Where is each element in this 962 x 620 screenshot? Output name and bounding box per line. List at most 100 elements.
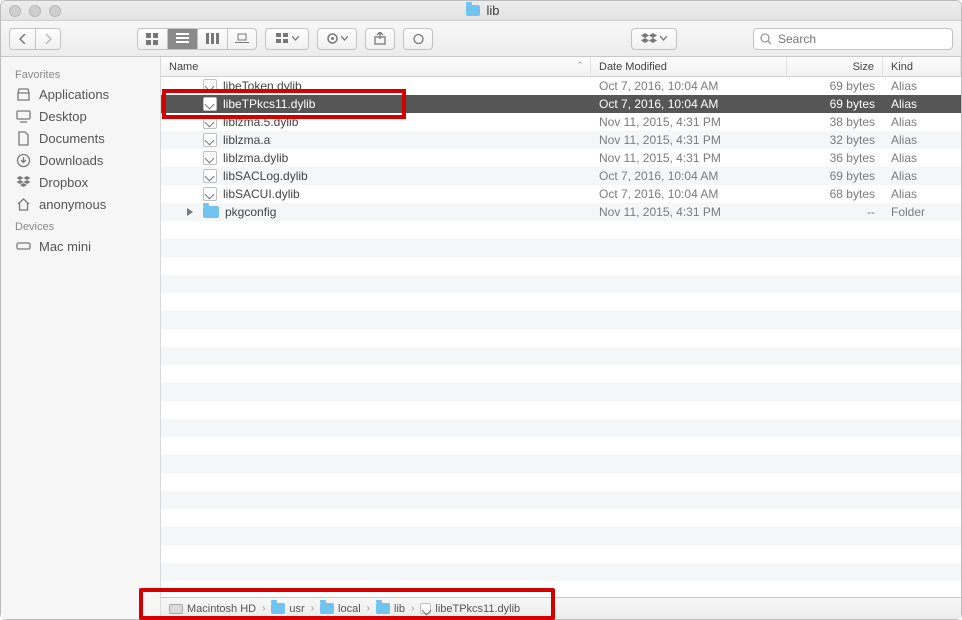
alias-icon [203,133,217,147]
path-crumb-label: Macintosh HD [187,603,256,615]
empty-row [161,293,961,311]
sidebar-item-label: Desktop [39,109,87,124]
sidebar-item-applications[interactable]: Applications [1,83,160,105]
file-name: pkgconfig [225,205,276,219]
file-name: liblzma.a [223,133,270,147]
list-view-button[interactable] [167,28,197,50]
alias-icon [420,603,431,614]
action-button[interactable] [317,28,357,50]
file-name: liblzma.5.dylib [223,115,298,129]
share-button[interactable] [365,28,395,50]
alias-icon [203,115,217,129]
alias-icon [203,97,217,111]
column-header-name[interactable]: Nameˆ [161,57,591,76]
search-icon [760,33,772,45]
folder-icon [320,603,334,614]
file-listing: Nameˆ Date Modified Size Kind libeToken.… [161,57,961,619]
column-view-button[interactable] [197,28,227,50]
dropbox-toolbar-button[interactable] [631,28,677,50]
sidebar-item-label: Mac mini [39,239,91,254]
file-name: libSACUI.dylib [223,187,300,201]
path-crumb[interactable]: Macintosh HD [169,603,256,615]
macmini-icon [15,238,31,254]
file-date: Nov 11, 2015, 4:31 PM [591,203,787,221]
file-row[interactable]: liblzma.5.dylibNov 11, 2015, 4:31 PM38 b… [161,113,961,131]
path-crumb-label: usr [289,603,304,615]
view-mode-segment [137,28,257,50]
empty-row [161,545,961,563]
path-crumb[interactable]: usr [271,603,304,615]
column-header-date[interactable]: Date Modified [591,57,787,76]
sidebar-item-label: Applications [39,87,109,102]
sidebar-heading: Favorites [1,63,160,83]
search-field[interactable] [753,28,953,50]
titlebar[interactable]: lib [1,1,961,21]
sidebar-heading: Devices [1,215,160,235]
folder-icon [271,603,285,614]
coverflow-view-button[interactable] [227,28,257,50]
minimize-window-button[interactable] [29,5,41,17]
tags-button[interactable] [403,28,433,50]
sidebar-item-documents[interactable]: Documents [1,127,160,149]
sidebar-item-label: Dropbox [39,175,88,190]
sidebar-item-anonymous[interactable]: anonymous [1,193,160,215]
file-size: -- [787,203,883,221]
empty-row [161,455,961,473]
file-name: libSACLog.dylib [223,169,308,183]
nav-back-forward [9,28,61,50]
file-row[interactable]: pkgconfigNov 11, 2015, 4:31 PM--Folder [161,203,961,221]
file-row[interactable]: libeTPkcs11.dylibOct 7, 2016, 10:04 AM69… [161,95,961,113]
file-row[interactable]: liblzma.dylibNov 11, 2015, 4:31 PM36 byt… [161,149,961,167]
path-crumb-label: local [338,603,361,615]
forward-button[interactable] [35,28,61,50]
file-date: Oct 7, 2016, 10:04 AM [591,185,787,203]
file-kind: Alias [883,95,961,113]
chevron-right-icon: › [311,603,314,614]
chevron-right-icon: › [411,603,414,614]
file-row[interactable]: libSACUI.dylibOct 7, 2016, 10:04 AM68 by… [161,185,961,203]
sidebar-item-dropbox[interactable]: Dropbox [1,171,160,193]
empty-row [161,419,961,437]
sidebar-item-mac-mini[interactable]: Mac mini [1,235,160,257]
file-kind: Alias [883,77,961,95]
column-header-size[interactable]: Size [787,57,883,76]
back-button[interactable] [9,28,35,50]
disclosure-triangle[interactable] [187,208,193,216]
folder-icon [466,5,480,16]
dropbox-icon [15,174,31,190]
path-crumb[interactable]: local [320,603,361,615]
alias-icon [203,151,217,165]
arrange-button[interactable] [265,28,309,50]
empty-row [161,311,961,329]
path-crumb-label: libeTPkcs11.dylib [435,603,520,615]
empty-row [161,257,961,275]
finder-window: lib Favorites Applications Desktop Document… [0,0,962,620]
file-row[interactable]: liblzma.aNov 11, 2015, 4:31 PM32 bytesAl… [161,131,961,149]
empty-row [161,365,961,383]
file-name: libeToken.dylib [223,79,302,93]
file-date: Oct 7, 2016, 10:04 AM [591,167,787,185]
close-window-button[interactable] [9,5,21,17]
chevron-right-icon: › [262,603,265,614]
empty-row [161,329,961,347]
file-row[interactable]: libeToken.dylibOct 7, 2016, 10:04 AM69 b… [161,77,961,95]
file-size: 38 bytes [787,113,883,131]
file-row[interactable]: libSACLog.dylibOct 7, 2016, 10:04 AM69 b… [161,167,961,185]
harddrive-icon [169,604,183,614]
file-kind: Alias [883,149,961,167]
zoom-window-button[interactable] [49,5,61,17]
dropbox-icon [641,33,657,45]
path-crumb[interactable]: lib [376,603,405,615]
alias-icon [203,169,217,183]
toolbar [1,21,961,57]
column-header-kind[interactable]: Kind [883,57,961,76]
path-bar: Macintosh HD › usr › local › lib › libeTPkcs11.d… [161,597,961,619]
sidebar-item-desktop[interactable]: Desktop [1,105,160,127]
downloads-icon [15,152,31,168]
file-name: liblzma.dylib [223,151,288,165]
search-input[interactable] [778,32,946,46]
path-crumb[interactable]: libeTPkcs11.dylib [420,603,520,615]
icon-view-button[interactable] [137,28,167,50]
chevron-right-icon: › [367,603,370,614]
sidebar-item-downloads[interactable]: Downloads [1,149,160,171]
